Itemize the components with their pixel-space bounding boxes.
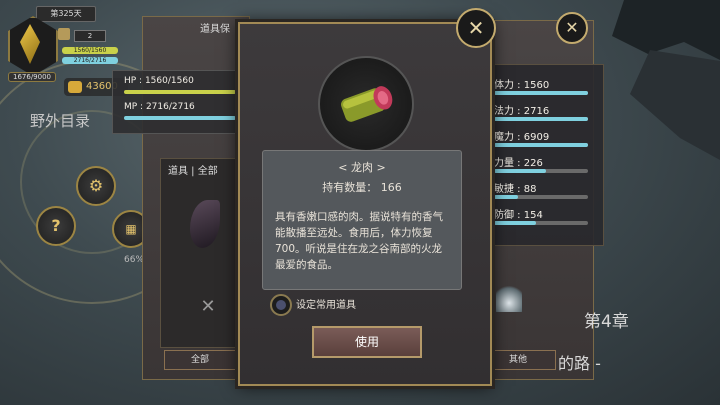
item-description: 具有香嫩口感的肉。据说特有的香气能散播至远处。食用后，体力恢复700。听说是住在… xyxy=(275,211,443,271)
help-button[interactable]: ? xyxy=(36,206,76,246)
map-dark-land-2 xyxy=(630,50,720,160)
hp-bar xyxy=(124,90,236,94)
stat-label: 法力 : 2716 xyxy=(494,106,550,117)
favorite-checkbox[interactable] xyxy=(270,294,292,316)
stat-label: 魔力 : 6909 xyxy=(494,132,550,143)
stat-bar xyxy=(494,221,588,225)
favorite-checkbox-label: 设定常用道具 xyxy=(296,300,356,311)
stat-bar-fill xyxy=(494,169,546,173)
inventory-grid xyxy=(160,158,246,348)
chapter-label: 第4章 xyxy=(584,312,629,332)
stat-label: 力量 : 226 xyxy=(494,158,543,169)
route-label: 的路 - xyxy=(558,354,601,373)
stat-bar-fill xyxy=(494,221,537,225)
stat-bar xyxy=(494,91,588,95)
dialog-close-button[interactable]: ✕ xyxy=(456,8,496,48)
stat-bar-fill xyxy=(494,117,588,121)
stats-close-button[interactable]: ✕ xyxy=(556,12,588,44)
gold-icon xyxy=(68,81,82,93)
stat-bar xyxy=(494,195,588,199)
all-items-button[interactable]: 全部 xyxy=(164,350,236,370)
calendar-icon: ▦ xyxy=(125,222,137,236)
hud-mp-bar: 2716/2716 xyxy=(62,57,118,64)
map-dark-land xyxy=(612,0,720,60)
stat-bar xyxy=(494,117,588,121)
stat-bar-fill xyxy=(494,195,518,199)
zone-title: 野外目录 xyxy=(30,112,91,130)
stat-bar xyxy=(494,143,588,147)
item-description-box: < 龙肉 > 持有数量： 166 具有香嫩口感的肉。据说特有的香气能散播至远处。… xyxy=(262,150,462,290)
item-name: < 龙肉 > xyxy=(338,161,386,174)
inventory-panel-title: 道具保 xyxy=(200,24,230,35)
exp-readout: 1676/9000 xyxy=(8,72,56,82)
stat-bar-fill xyxy=(494,91,588,95)
item-quantity: 持有数量： 166 xyxy=(322,181,402,194)
dragon-meat-icon xyxy=(341,86,393,122)
gear-icon: ⚙ xyxy=(88,176,104,195)
count-box: 2 xyxy=(74,30,106,42)
stat-bar-fill xyxy=(494,143,588,147)
mp-label: MP : 2716/2716 xyxy=(124,102,195,112)
question-icon: ? xyxy=(51,216,61,235)
progress-text: 66% xyxy=(124,255,145,265)
crossed-blades-icon[interactable]: ✕ xyxy=(194,296,222,318)
close-x-icon: ✕ xyxy=(565,18,579,37)
inventory-tabs[interactable]: 道具 | 全部 xyxy=(168,162,218,177)
stat-label: 敏捷 : 88 xyxy=(494,184,537,195)
day-counter: 第325天 xyxy=(36,6,96,22)
stat-label: 防御 : 154 xyxy=(494,210,543,221)
hp-label: HP : 1560/1560 xyxy=(124,76,194,86)
bag-icon xyxy=(58,28,70,40)
item-icon-frame xyxy=(318,56,414,152)
gear-button[interactable]: ⚙ xyxy=(76,166,116,206)
use-button[interactable]: 使用 xyxy=(312,326,422,358)
hud-hp-bar: 1560/1560 xyxy=(62,47,118,54)
mp-bar xyxy=(124,116,236,120)
droplet-item-icon[interactable] xyxy=(496,282,522,312)
close-x-icon: ✕ xyxy=(467,16,485,40)
stat-label: 体力 : 1560 xyxy=(494,80,550,91)
stat-bar xyxy=(494,169,588,173)
